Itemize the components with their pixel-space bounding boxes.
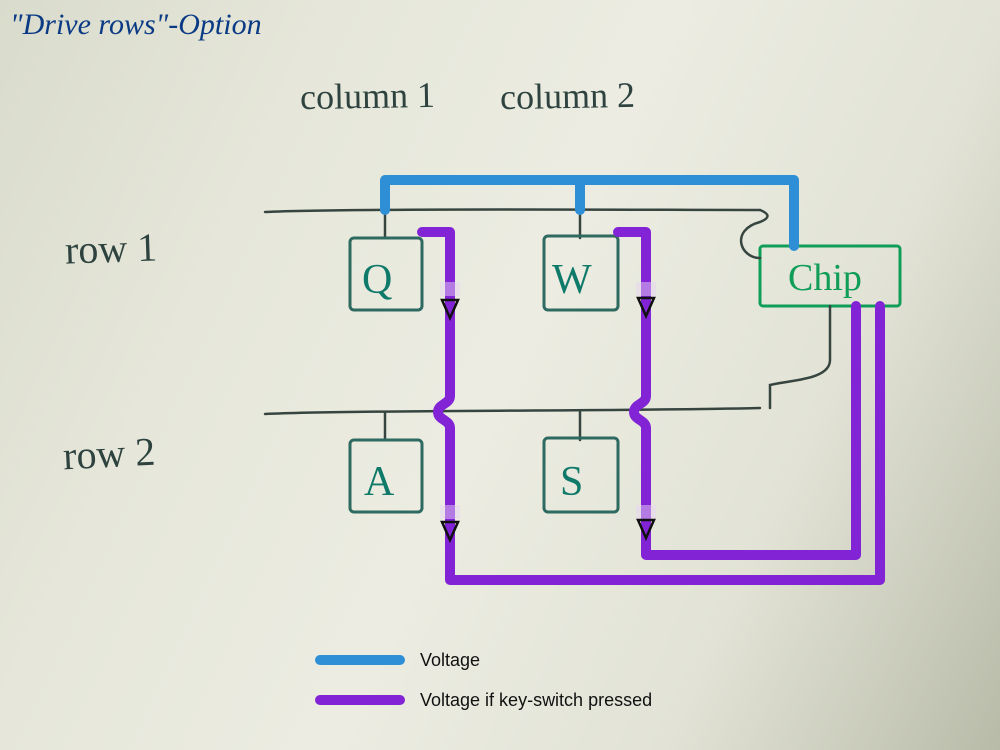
diode-w (636, 282, 656, 296)
chip-to-row2 (770, 306, 830, 408)
diode-s (636, 505, 656, 519)
row1-bus-wire (265, 210, 760, 213)
diagram-svg: Q W A S Chip (0, 0, 1000, 750)
key-s-letter: S (560, 459, 583, 505)
key-a-letter: A (364, 459, 395, 505)
diode-q (440, 282, 460, 296)
chip-label: Chip (788, 257, 862, 299)
key-q-letter: Q (362, 257, 392, 303)
row2-bus-wire (265, 408, 760, 414)
diode-a (440, 505, 460, 519)
key-w-letter: W (552, 257, 592, 303)
diagram-canvas: { "title": "\"Drive rows\"-Option", "lab… (0, 0, 1000, 750)
chip-to-row1 (741, 210, 767, 258)
